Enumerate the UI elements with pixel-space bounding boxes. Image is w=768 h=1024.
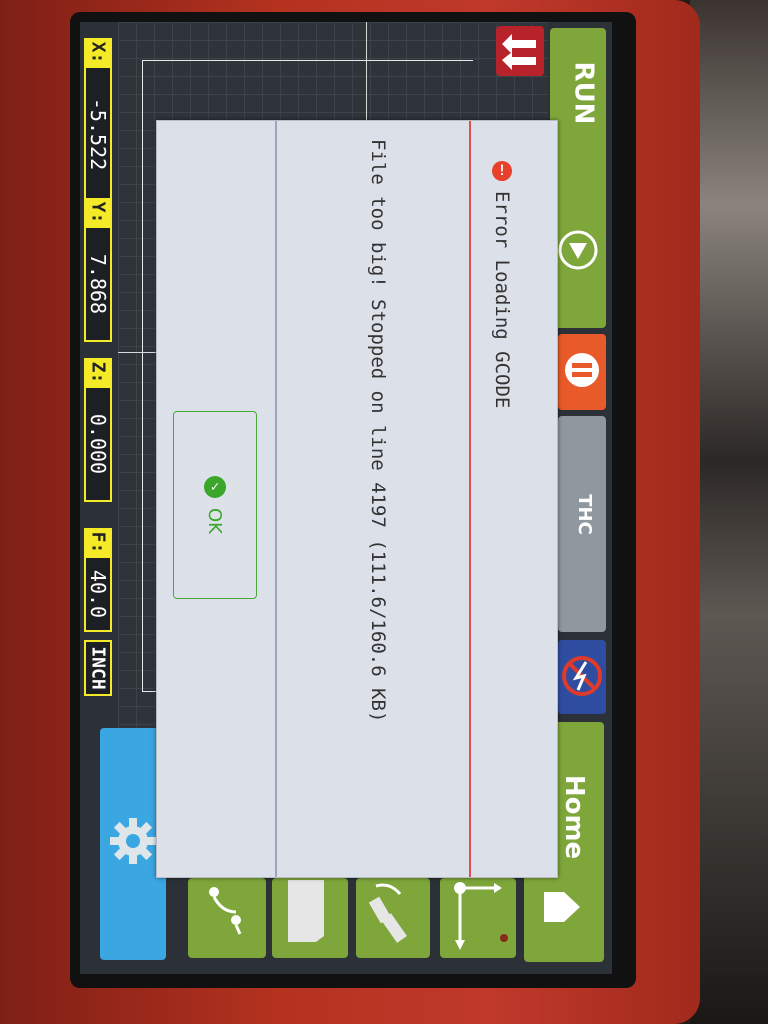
machine-button[interactable] [356, 878, 430, 958]
home-icon [544, 892, 580, 922]
ok-button[interactable]: ✓ OK [173, 411, 257, 599]
thc-button[interactable]: THC [558, 416, 606, 632]
no-laser-icon [562, 656, 602, 696]
run-button[interactable]: RUN [550, 28, 606, 328]
dialog-title-text: Error Loading GCODE [491, 191, 513, 409]
background-scene [690, 0, 768, 1024]
x-value-box: -5.522 [84, 66, 112, 202]
y-label: Y: [84, 198, 112, 226]
play-icon [558, 230, 598, 270]
home-label: Home [559, 774, 590, 860]
file-button[interactable] [272, 878, 348, 958]
pause-icon [565, 353, 599, 387]
dialog-title-divider [469, 121, 471, 877]
folder-icon [288, 880, 324, 942]
thc-label: THC [573, 494, 595, 535]
error-icon: ! [492, 161, 512, 181]
x-label: X: [84, 38, 112, 66]
arrows-icon [502, 34, 536, 70]
run-label: RUN [568, 61, 599, 125]
ok-label: OK [204, 508, 226, 534]
z-value-box: 0.000 [84, 386, 112, 502]
y-value: 7.868 [86, 253, 110, 315]
x-value: -5.522 [86, 97, 110, 171]
z-label: Z: [84, 358, 112, 386]
robot-arm-icon [368, 883, 407, 943]
gear-icon [110, 818, 156, 864]
dialog-button-divider [275, 121, 277, 877]
check-icon: ✓ [204, 476, 226, 499]
probe-icon [209, 887, 242, 935]
touch-screen: X: -5.522 Y: 7.868 Z: 0.000 F: 40.0 INCH… [80, 22, 612, 974]
pause-button[interactable] [558, 334, 606, 410]
y-value-box: 7.868 [84, 226, 112, 342]
torch-disable-button[interactable] [558, 640, 606, 714]
unit-indicator[interactable]: INCH [84, 640, 112, 696]
axes-button[interactable] [440, 878, 516, 958]
jog-arrows-button[interactable] [496, 26, 544, 76]
probe-button[interactable] [188, 878, 266, 958]
f-label: F: [84, 528, 112, 556]
z-value: 0.000 [86, 413, 110, 475]
f-value-box: 40.0 [84, 556, 112, 632]
f-value: 40.0 [86, 569, 110, 619]
error-dialog: ! Error Loading GCODE File too big! Stop… [156, 120, 558, 878]
axes-icon [454, 882, 508, 950]
dialog-message-text: File too big! Stopped on line 4197 (111.… [367, 139, 389, 723]
